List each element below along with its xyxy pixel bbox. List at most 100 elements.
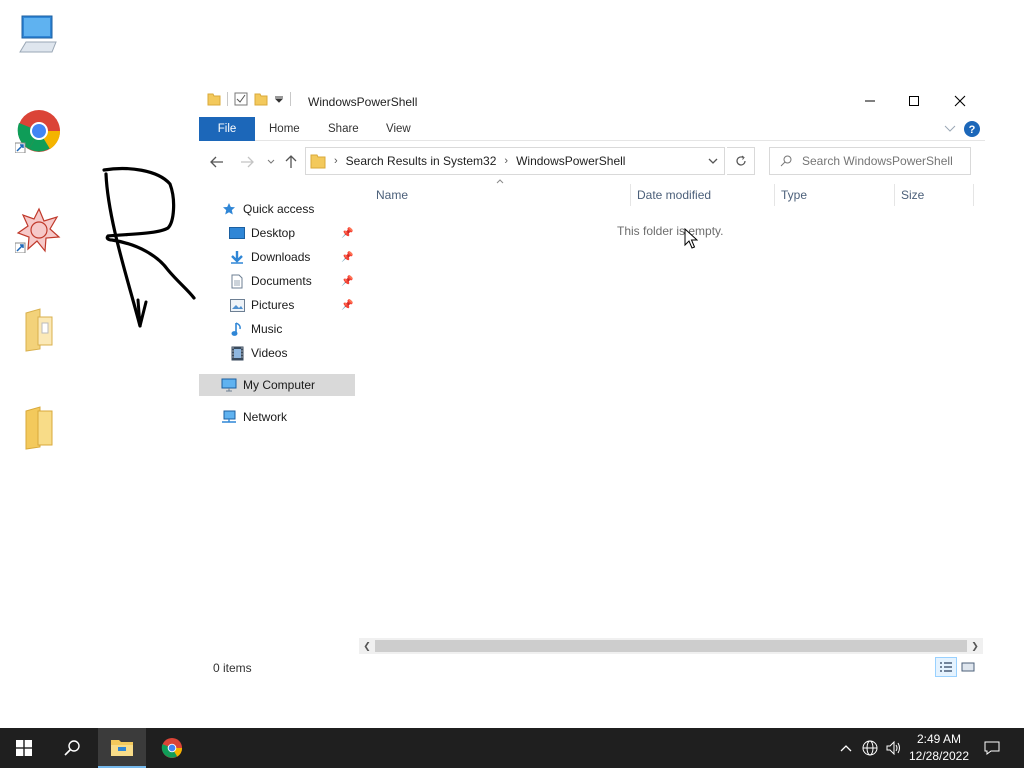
nav-item-documents[interactable]: Documents — [229, 270, 312, 292]
pin-icon: 📌 — [341, 300, 354, 311]
column-divider[interactable] — [973, 184, 974, 206]
globe-icon — [862, 740, 878, 756]
nav-item-network[interactable]: Network — [221, 406, 287, 428]
folder-icon[interactable] — [14, 304, 62, 356]
pin-icon: 📌 — [341, 276, 354, 287]
folder-icon — [207, 93, 221, 106]
svg-text:?: ? — [969, 124, 976, 136]
nav-item-label: Downloads — [251, 250, 311, 264]
pin-icon: 📌 — [341, 228, 354, 239]
customize-qat-icon[interactable] — [274, 94, 284, 104]
search-button[interactable] — [48, 728, 96, 768]
nav-quick-access[interactable]: Quick access — [221, 198, 314, 220]
system-clock[interactable]: 2:49 AM 12/28/2022 — [904, 731, 974, 765]
details-view-icon — [940, 662, 952, 672]
nav-item-label: Videos — [251, 346, 288, 360]
tab-share[interactable]: Share — [328, 117, 359, 141]
chevron-right-icon: › — [334, 155, 338, 167]
nav-item-pictures[interactable]: Pictures — [229, 294, 294, 316]
tab-home[interactable]: Home — [269, 117, 300, 141]
recent-locations-button[interactable] — [261, 152, 281, 172]
windows-logo-icon — [16, 740, 32, 756]
this-pc-icon[interactable] — [14, 8, 62, 60]
app-shortcut-icon[interactable] — [14, 204, 62, 256]
clock-date: 12/28/2022 — [908, 749, 970, 763]
search-input[interactable] — [802, 154, 962, 168]
minimize-button[interactable] — [847, 86, 893, 116]
search-icon — [780, 155, 792, 167]
scroll-left-button[interactable]: ❮ — [359, 638, 375, 654]
chrome-taskbar-button[interactable] — [148, 728, 196, 768]
column-divider[interactable] — [894, 184, 895, 206]
file-explorer-taskbar-button[interactable] — [98, 728, 146, 768]
search-icon — [64, 740, 80, 756]
videos-icon — [229, 345, 245, 361]
column-divider[interactable] — [630, 184, 631, 206]
nav-item-downloads[interactable]: Downloads — [229, 246, 310, 268]
refresh-icon — [735, 155, 746, 166]
handwritten-drawing — [102, 166, 196, 328]
scrollbar-thumb[interactable] — [375, 640, 967, 652]
chevron-right-icon: › — [504, 155, 509, 167]
address-bar[interactable]: › Search Results in System32 › WindowsPo… — [305, 147, 725, 175]
start-button[interactable] — [0, 728, 48, 768]
chrome-icon — [161, 737, 183, 759]
empty-folder-message: This folder is empty. — [617, 224, 724, 238]
window-title: WindowsPowerShell — [308, 95, 418, 109]
horizontal-scrollbar[interactable]: ❮ ❯ — [359, 638, 983, 654]
pin-icon: 📌 — [341, 252, 354, 263]
nav-item-label: Music — [251, 322, 283, 336]
show-hidden-icons-button[interactable] — [836, 738, 856, 758]
nav-item-desktop[interactable]: Desktop — [229, 222, 295, 244]
breadcrumb-search-results[interactable]: Search Results in System32 — [346, 154, 497, 168]
volume-icon[interactable] — [884, 738, 904, 758]
star-icon — [221, 201, 237, 217]
new-folder-icon[interactable] — [254, 92, 268, 106]
download-icon — [229, 249, 245, 265]
maximize-button[interactable] — [891, 86, 937, 116]
tab-view[interactable]: View — [386, 117, 411, 141]
search-box[interactable] — [769, 147, 971, 175]
expand-ribbon-icon[interactable] — [944, 125, 956, 133]
chevron-up-icon — [840, 745, 852, 752]
forward-button[interactable] — [237, 152, 257, 172]
tab-file[interactable]: File — [199, 117, 255, 141]
large-icons-view-button[interactable] — [957, 657, 979, 677]
properties-icon[interactable] — [234, 92, 248, 106]
title-bar[interactable]: WindowsPowerShell — [199, 86, 985, 116]
status-bar: 0 items — [199, 656, 985, 678]
column-type[interactable]: Type — [781, 184, 807, 206]
column-date-modified[interactable]: Date modified — [637, 184, 711, 206]
chrome-shortcut-icon[interactable] — [14, 104, 62, 156]
navigation-pane: Quick access Desktop 📌 Downloads 📌 Docum… — [199, 198, 355, 428]
network-status-icon[interactable] — [860, 738, 880, 758]
folder-icon[interactable] — [14, 402, 62, 454]
notifications-button[interactable] — [982, 738, 1002, 758]
column-size[interactable]: Size — [901, 184, 924, 206]
notification-icon — [984, 741, 1000, 755]
file-explorer-icon — [111, 740, 133, 756]
details-view-button[interactable] — [935, 657, 957, 677]
chevron-down-icon[interactable] — [708, 158, 718, 165]
nav-item-my-computer[interactable]: My Computer — [199, 374, 355, 396]
network-icon — [221, 409, 237, 425]
quick-access-toolbar — [207, 92, 291, 106]
refresh-button[interactable] — [727, 147, 755, 175]
nav-item-videos[interactable]: Videos — [229, 342, 287, 364]
item-count: 0 items — [213, 661, 252, 675]
help-icon[interactable]: ? — [963, 120, 981, 138]
column-name[interactable]: Name — [376, 184, 408, 206]
column-divider[interactable] — [774, 184, 775, 206]
scroll-right-button[interactable]: ❯ — [967, 638, 983, 654]
breadcrumb-current[interactable]: WindowsPowerShell — [516, 154, 625, 168]
nav-item-music[interactable]: Music — [229, 318, 282, 340]
pictures-icon — [229, 297, 245, 313]
file-explorer-window[interactable]: WindowsPowerShell File Home Share View ? — [199, 86, 985, 686]
up-button[interactable] — [281, 152, 301, 172]
close-button[interactable] — [937, 86, 983, 116]
taskbar: 2:49 AM 12/28/2022 — [0, 728, 1024, 768]
back-button[interactable] — [207, 152, 227, 172]
mouse-cursor-icon — [684, 228, 698, 249]
folder-icon — [310, 154, 326, 169]
nav-quick-access-label: Quick access — [243, 202, 315, 216]
